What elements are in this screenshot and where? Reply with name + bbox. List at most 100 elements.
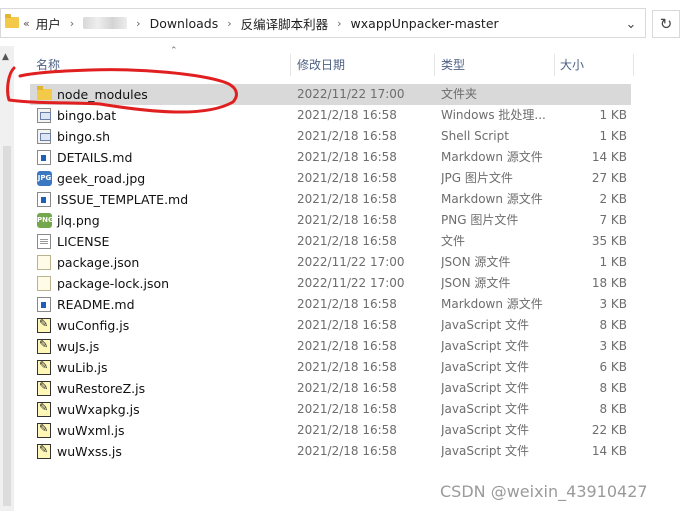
file-type: JPG 图片文件 bbox=[441, 171, 513, 185]
file-row[interactable]: ISSUE_TEMPLATE.md 2021/2/18 16:58 Markdown… bbox=[30, 189, 631, 210]
column-divider[interactable] bbox=[290, 54, 291, 76]
file-row[interactable]: DETAILS.md 2021/2/18 16:58 Markdown 源文件 14 … bbox=[30, 147, 631, 168]
file-type: JavaScript 文件 bbox=[441, 339, 529, 353]
file-size: 1 KB bbox=[599, 108, 627, 122]
file-size: 2 KB bbox=[599, 192, 627, 206]
file-name: wuRestoreZ.js bbox=[57, 381, 146, 396]
chevron-right-icon[interactable]: › bbox=[136, 17, 140, 30]
chevron-right-icon[interactable]: › bbox=[337, 17, 341, 30]
file-row[interactable]: wuWxapkg.js 2021/2/18 16:58 JavaScript 文件 8… bbox=[30, 399, 631, 420]
refresh-button[interactable]: ↻ bbox=[652, 10, 680, 38]
file-modified-date: 2021/2/18 16:58 bbox=[297, 213, 397, 227]
file-modified-date: 2021/2/18 16:58 bbox=[297, 129, 397, 143]
breadcrumb-item-users[interactable]: 用户 bbox=[36, 14, 61, 33]
file-type: JavaScript 文件 bbox=[441, 402, 529, 416]
file-type: 文件夹 bbox=[441, 87, 478, 101]
file-row[interactable]: wuConfig.js 2021/2/18 16:58 JavaScript 文件 8… bbox=[30, 315, 631, 336]
javascript-file-icon bbox=[37, 380, 51, 396]
json-file-icon bbox=[37, 255, 51, 270]
column-divider[interactable] bbox=[434, 54, 435, 76]
file-modified-date: 2022/11/22 17:00 bbox=[297, 255, 405, 269]
javascript-file-icon bbox=[37, 317, 51, 333]
column-divider[interactable] bbox=[554, 54, 555, 76]
file-modified-date: 2021/2/18 16:58 bbox=[297, 381, 397, 395]
sort-ascending-icon: ⌃ bbox=[170, 46, 178, 56]
file-row[interactable]: wuWxml.js 2021/2/18 16:58 JavaScript 文件 22 … bbox=[30, 420, 631, 441]
file-name: bingo.sh bbox=[57, 129, 111, 144]
column-header-type[interactable]: 类型 bbox=[441, 52, 465, 78]
navigation-pane-scrollbar[interactable]: ▲ bbox=[0, 46, 14, 511]
file-name: jlq.png bbox=[57, 213, 100, 228]
jpg-image-icon: JPG bbox=[37, 171, 52, 186]
file-row[interactable]: bingo.bat 2021/2/18 16:58 Windows 批处理... 1 … bbox=[30, 105, 631, 126]
file-row[interactable]: bingo.sh 2021/2/18 16:58 Shell Script 1 KB bbox=[30, 126, 631, 147]
file-modified-date: 2021/2/18 16:58 bbox=[297, 108, 397, 122]
chevron-right-icon[interactable]: › bbox=[70, 17, 74, 30]
javascript-file-icon bbox=[37, 338, 51, 354]
chevron-right-icon[interactable]: › bbox=[227, 17, 231, 30]
column-header-name[interactable]: 名称 bbox=[36, 52, 60, 78]
scroll-up-icon[interactable]: ▲ bbox=[2, 52, 9, 62]
breadcrumb: « 用户 › › Downloads › 反编译脚本利器 › wxappUnpa… bbox=[23, 9, 499, 37]
file-name: ISSUE_TEMPLATE.md bbox=[57, 192, 189, 207]
breadcrumb-item-username-blurred[interactable] bbox=[83, 17, 128, 29]
file-name: node_modules bbox=[57, 87, 148, 102]
javascript-file-icon bbox=[37, 422, 51, 438]
file-row[interactable]: README.md 2021/2/18 16:58 Markdown 源文件 3 KB bbox=[30, 294, 631, 315]
file-size: 1 KB bbox=[599, 255, 627, 269]
javascript-file-icon bbox=[37, 359, 51, 375]
file-name: bingo.bat bbox=[57, 108, 117, 123]
file-row[interactable]: PNG jlq.png 2021/2/18 16:58 PNG 图片文件 7 KB bbox=[30, 210, 631, 231]
address-bar[interactable]: « 用户 › › Downloads › 反编译脚本利器 › wxappUnpa… bbox=[0, 8, 646, 38]
file-type: Markdown 源文件 bbox=[441, 150, 543, 164]
file-modified-date: 2021/2/18 16:58 bbox=[297, 444, 397, 458]
file-row[interactable]: LICENSE 2021/2/18 16:58 文件 35 KB bbox=[30, 231, 631, 252]
file-type: 文件 bbox=[441, 234, 466, 248]
file-size: 35 KB bbox=[591, 234, 627, 248]
file-size: 8 KB bbox=[599, 318, 627, 332]
column-divider[interactable] bbox=[633, 54, 634, 76]
file-type: JavaScript 文件 bbox=[441, 381, 529, 395]
file-row[interactable]: wuRestoreZ.js 2021/2/18 16:58 JavaScript 文… bbox=[30, 378, 631, 399]
file-name: README.md bbox=[57, 297, 135, 312]
file-name: LICENSE bbox=[57, 234, 110, 249]
file-modified-date: 2021/2/18 16:58 bbox=[297, 339, 397, 353]
shell-script-icon bbox=[37, 129, 51, 144]
chevron-down-icon[interactable]: ⌄ bbox=[617, 10, 645, 38]
file-row[interactable]: wuJs.js 2021/2/18 16:58 JavaScript 文件 3 KB bbox=[30, 336, 631, 357]
file-size: 1 KB bbox=[599, 129, 627, 143]
breadcrumb-overflow-icon[interactable]: « bbox=[23, 17, 30, 30]
column-header-size[interactable]: 大小 bbox=[560, 52, 584, 78]
file-modified-date: 2021/2/18 16:58 bbox=[297, 360, 397, 374]
file-type: JavaScript 文件 bbox=[441, 444, 529, 458]
file-size: 7 KB bbox=[599, 213, 627, 227]
file-row[interactable]: JPG geek_road.jpg 2021/2/18 16:58 JPG 图片文件 2… bbox=[30, 168, 631, 189]
png-image-icon: PNG bbox=[37, 213, 54, 228]
file-row[interactable]: wuWxss.js 2021/2/18 16:58 JavaScript 文件 14 … bbox=[30, 441, 631, 462]
file-type: Windows 批处理... bbox=[441, 108, 546, 122]
file-size: 27 KB bbox=[591, 171, 627, 185]
markdown-file-icon bbox=[37, 150, 51, 165]
file-size: 8 KB bbox=[599, 381, 627, 395]
scrollbar-thumb[interactable] bbox=[3, 146, 11, 506]
file-type: Markdown 源文件 bbox=[441, 192, 543, 206]
file-row[interactable]: package-lock.json 2022/11/22 17:00 JSON 源文… bbox=[30, 273, 631, 294]
file-modified-date: 2021/2/18 16:58 bbox=[297, 192, 397, 206]
file-name: DETAILS.md bbox=[57, 150, 133, 165]
file-row[interactable]: wuLib.js 2021/2/18 16:58 JavaScript 文件 6 KB bbox=[30, 357, 631, 378]
file-type: PNG 图片文件 bbox=[441, 213, 519, 227]
file-row[interactable]: package.json 2022/11/22 17:00 JSON 源文件 1 KB bbox=[30, 252, 631, 273]
breadcrumb-item-decompile-tools[interactable]: 反编译脚本利器 bbox=[241, 14, 329, 33]
javascript-file-icon bbox=[37, 443, 51, 459]
breadcrumb-item-current-folder[interactable]: wxappUnpacker-master bbox=[351, 16, 499, 31]
column-header-date[interactable]: 修改日期 bbox=[297, 52, 345, 78]
file-modified-date: 2021/2/18 16:58 bbox=[297, 150, 397, 164]
file-name: wuConfig.js bbox=[57, 318, 130, 333]
file-modified-date: 2021/2/18 16:58 bbox=[297, 234, 397, 248]
file-name: package-lock.json bbox=[57, 276, 170, 291]
file-modified-date: 2022/11/22 17:00 bbox=[297, 87, 405, 101]
breadcrumb-item-downloads[interactable]: Downloads bbox=[150, 16, 219, 31]
file-size: 8 KB bbox=[599, 402, 627, 416]
batch-file-icon bbox=[37, 108, 51, 123]
file-row[interactable]: node_modules 2022/11/22 17:00 文件夹 bbox=[30, 84, 631, 105]
